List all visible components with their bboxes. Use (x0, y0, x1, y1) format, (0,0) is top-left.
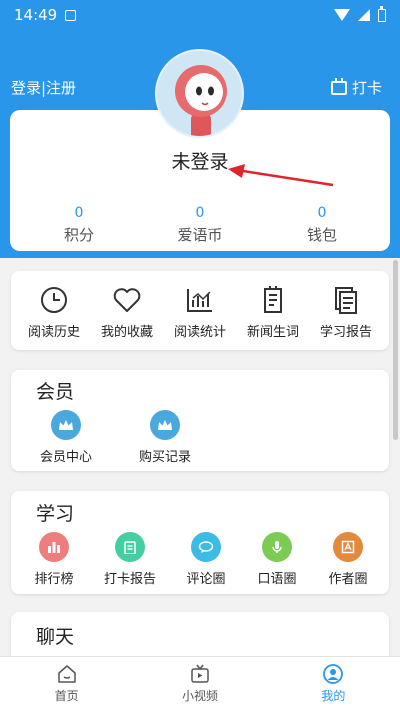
checkin-report-label: 打卡报告 (103, 572, 156, 587)
comment-circle-item[interactable]: 评论圈 (167, 532, 245, 587)
tab-mine-label: 我的 (321, 689, 346, 703)
wallet-label: 钱包 (306, 226, 337, 244)
study-title: 学习 (36, 503, 75, 525)
image-notification-icon (65, 9, 77, 21)
document-icon (335, 287, 357, 314)
status-bar: 14:49 (0, 0, 400, 30)
member-center-item[interactable]: 会员中心 (27, 410, 105, 465)
news-vocabulary-item[interactable]: 新闻生词 (234, 285, 312, 340)
checkin-label: 打卡 (351, 79, 382, 97)
reading-history-item[interactable]: 阅读历史 (15, 285, 93, 340)
study-report-label: 学习报告 (319, 325, 372, 340)
favorites-label: 我的收藏 (100, 325, 153, 340)
wallet-stat[interactable]: 0 钱包 (282, 205, 362, 245)
calendar-icon (330, 77, 347, 95)
annotation-arrow-icon (228, 164, 334, 187)
news-vocabulary-label: 新闻生词 (246, 325, 299, 340)
avatar[interactable] (155, 49, 244, 138)
tab-short-video[interactable]: 小视频 (133, 657, 266, 710)
ranking-icon (39, 532, 69, 562)
clipboard-icon (115, 532, 145, 562)
author-icon (333, 532, 363, 562)
wifi-icon (334, 9, 350, 21)
ranking-label: 排行榜 (34, 572, 74, 587)
points-value: 0 (74, 205, 84, 221)
comment-icon (191, 532, 221, 562)
video-icon (191, 664, 209, 683)
tab-home-label: 首页 (54, 689, 79, 703)
profile-icon (323, 664, 344, 684)
checkin-button[interactable]: 打卡 (330, 77, 382, 98)
speaking-circle-item[interactable]: 口语圈 (238, 532, 316, 587)
crown-icon (51, 410, 81, 440)
study-card: 学习 排行榜 打卡报告 评论圈 口语圈 作者圈 (11, 491, 389, 594)
home-icon (57, 665, 76, 683)
reading-stats-item[interactable]: 阅读统计 (161, 285, 239, 340)
coins-stat[interactable]: 0 爱语币 (160, 205, 240, 245)
chat-title: 聊天 (36, 626, 75, 648)
comment-circle-label: 评论圈 (186, 572, 226, 587)
battery-icon (378, 5, 386, 22)
purchase-history-label: 购买记录 (138, 450, 191, 465)
tab-home[interactable]: 首页 (0, 657, 133, 710)
favorites-item[interactable]: 我的收藏 (88, 285, 166, 340)
member-center-label: 会员中心 (39, 450, 92, 465)
signal-icon (358, 9, 370, 21)
clock-time: 14:49 (14, 6, 58, 24)
study-report-item[interactable]: 学习报告 (307, 285, 385, 340)
crown-icon (150, 410, 180, 440)
wallet-value: 0 (317, 205, 327, 221)
note-icon (264, 286, 282, 313)
login-register-link[interactable]: 登录|注册 (11, 77, 76, 98)
author-circle-label: 作者圈 (328, 572, 368, 587)
member-title: 会员 (36, 381, 75, 403)
reading-stats-label: 阅读统计 (173, 325, 226, 340)
quick-actions-card: 阅读历史 我的收藏 阅读统计 新闻生词 学习报告 (11, 271, 389, 350)
coins-value: 0 (195, 205, 205, 221)
chart-icon (187, 289, 212, 312)
heart-icon (113, 288, 141, 312)
speaking-circle-label: 口语圈 (257, 572, 297, 587)
microphone-icon (262, 532, 292, 562)
points-label: 积分 (63, 226, 94, 244)
member-card: 会员 会员中心 购买记录 (11, 370, 389, 471)
mascot-avatar-icon (175, 65, 227, 136)
username-label[interactable]: 未登录 (0, 147, 400, 174)
bottom-tab-bar: 首页 小视频 我的 (0, 656, 400, 710)
checkin-report-item[interactable]: 打卡报告 (91, 532, 169, 587)
author-circle-item[interactable]: 作者圈 (309, 532, 387, 587)
ranking-item[interactable]: 排行榜 (15, 532, 93, 587)
tab-short-video-label: 小视频 (181, 689, 218, 703)
points-stat[interactable]: 0 积分 (39, 205, 119, 245)
tab-mine[interactable]: 我的 (267, 657, 400, 710)
coins-label: 爱语币 (177, 226, 223, 244)
scrollbar[interactable] (393, 260, 398, 440)
reading-history-label: 阅读历史 (27, 325, 80, 340)
clock-icon (41, 287, 67, 313)
purchase-history-item[interactable]: 购买记录 (126, 410, 204, 465)
